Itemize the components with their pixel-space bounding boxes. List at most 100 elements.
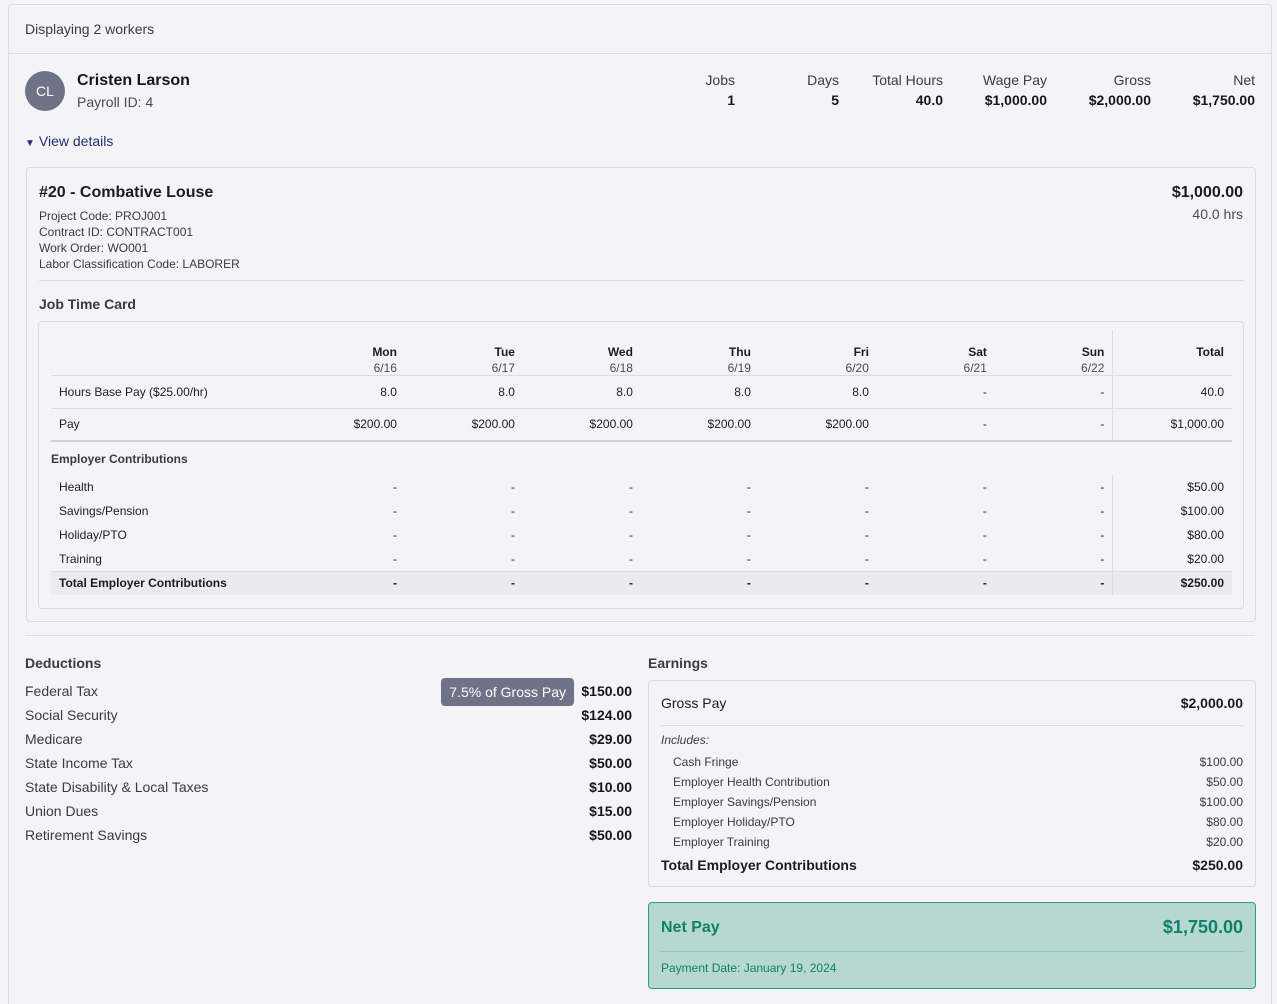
day-date: 6/16 (373, 360, 397, 375)
table-cell: - (982, 480, 987, 494)
deduction-label: Social Security (25, 707, 118, 723)
net-pay-value: $1,750.00 (1162, 917, 1243, 937)
list-item: Cash Fringe $100.00 (673, 752, 1243, 772)
table-cell: - (994, 408, 1113, 442)
deduction-row[interactable]: Federal Tax 7.5% of Gross Pay $150.00 (25, 678, 632, 706)
worker-stats: Jobs 1 Days 5 Total Hours 40.0 Wage Pay … (631, 72, 1255, 108)
table-cell: - (994, 570, 1113, 595)
day-name: Wed (607, 344, 633, 359)
day-name: Sat (968, 344, 987, 359)
table-cell: - (392, 551, 397, 566)
deduction-row[interactable]: State Disability & Local Taxes $10.00 (25, 775, 632, 799)
day-name: Sun (1081, 344, 1105, 359)
table-cell: 8.0 (404, 375, 523, 409)
table-cell: - (876, 375, 995, 409)
stat-label: Jobs (705, 72, 735, 88)
row-total: $20.00 (1112, 547, 1232, 571)
row-label: Training (59, 551, 102, 566)
table-cell: - (522, 570, 641, 595)
list-item: Employer Holiday/PTO $80.00 (673, 812, 1243, 832)
include-label: Employer Health Contribution (673, 775, 830, 789)
stat-label: Gross (1113, 72, 1151, 88)
divider (661, 951, 1243, 952)
table-cell: - (392, 504, 397, 518)
stat-value: $1,000.00 (984, 92, 1047, 108)
day-name: Mon (372, 344, 397, 359)
list-item: Employer Savings/Pension $100.00 (673, 792, 1243, 812)
contract-id: Contract ID: CONTRACT001 (39, 225, 194, 239)
day-header: Thu 6/19 (640, 330, 759, 376)
table-cell: - (864, 480, 869, 494)
list-item: Employer Training $20.00 (673, 832, 1243, 852)
deduction-value: $29.00 (589, 731, 632, 747)
day-name: Tue (494, 344, 515, 359)
include-value: $20.00 (1206, 835, 1243, 849)
payroll-id: Payroll ID: 4 (77, 94, 154, 110)
deduction-row[interactable]: State Income Tax $50.00 (25, 751, 632, 775)
day-date: 6/17 (491, 360, 515, 375)
row-total: $80.00 (1112, 523, 1232, 547)
row-label: Savings/Pension (59, 504, 149, 518)
table-cell: - (876, 570, 995, 595)
view-details-label: View details (38, 133, 114, 149)
table-row: Savings/Pension - - - - - - - $100.00 (51, 499, 1232, 523)
deduction-label: State Income Tax (25, 755, 133, 771)
table-cell: $200.00 (404, 408, 523, 442)
stat-gross: Gross $2,000.00 (1047, 72, 1151, 108)
deduction-row[interactable]: Retirement Savings $50.00 (25, 823, 632, 847)
stat-value: 1 (727, 92, 735, 108)
gross-pay-row: Gross Pay $2,000.00 (661, 695, 1243, 711)
view-details-toggle[interactable]: ▼ View details (25, 133, 113, 149)
table-cell: - (1100, 480, 1105, 494)
day-header: Sat 6/21 (876, 330, 995, 376)
row-total: $100.00 (1112, 499, 1232, 523)
total-value: $250.00 (1192, 857, 1243, 873)
table-cell: - (864, 504, 869, 518)
deduction-value: $150.00 (581, 683, 632, 699)
time-card-table-wrapper: Mon 6/16 Tue 6/17 Wed 6/18 Thu 6/19 Fri 6/20 … (38, 321, 1244, 609)
table-cell: - (404, 570, 523, 595)
table-cell: - (982, 551, 987, 566)
table-header-row: Mon 6/16 Tue 6/17 Wed 6/18 Thu 6/19 Fri 6/20 … (51, 330, 1232, 376)
deduction-row[interactable]: Social Security $124.00 (25, 703, 632, 727)
row-total: 40.0 (1112, 375, 1232, 409)
table-cell: $200.00 (286, 408, 405, 442)
stat-label: Net (1233, 72, 1255, 88)
deduction-label: Medicare (25, 731, 83, 747)
total-row: Total Employer Contributions - - - - - -… (51, 570, 1232, 595)
table-row: Health - - - - - - - $50.00 (51, 475, 1232, 499)
worker-header: CL Cristen Larson Payroll ID: 4 (25, 71, 190, 111)
worker-identity: Cristen Larson Payroll ID: 4 (77, 72, 190, 110)
workers-count-text: Displaying 2 workers (25, 21, 155, 37)
day-name: Fri (853, 344, 869, 359)
table-cell: - (746, 504, 751, 518)
total-header: Total (1112, 330, 1232, 376)
table-cell: - (994, 375, 1113, 409)
deduction-row[interactable]: Medicare $29.00 (25, 727, 632, 751)
table-cell: 8.0 (286, 375, 405, 409)
header-label-cell (51, 330, 287, 376)
list-item: Employer Health Contribution $50.00 (673, 772, 1243, 792)
job-meta: Project Code: PROJ001 Contract ID: CONTR… (39, 208, 240, 272)
row-total: $250.00 (1112, 570, 1232, 595)
triangle-down-icon: ▼ (25, 138, 35, 149)
table-cell: - (628, 528, 633, 542)
deduction-row[interactable]: Union Dues $15.00 (25, 799, 632, 823)
earnings-title: Earnings (648, 655, 708, 671)
deduction-tooltip: 7.5% of Gross Pay (441, 678, 574, 706)
deduction-value: $15.00 (589, 803, 632, 819)
day-name: Thu (728, 344, 751, 359)
include-label: Employer Holiday/PTO (673, 815, 795, 829)
row-total: $1,000.00 (1112, 408, 1232, 442)
table-cell: - (746, 480, 751, 494)
deductions-list: Federal Tax 7.5% of Gross Pay $150.00 So… (25, 678, 632, 847)
stat-wage-pay: Wage Pay $1,000.00 (943, 72, 1047, 108)
table-cell: - (758, 570, 877, 595)
row-label: Pay (51, 408, 287, 442)
table-cell: $200.00 (522, 408, 641, 442)
table-row: Pay $200.00 $200.00 $200.00 $200.00 $200… (51, 408, 1232, 442)
net-pay-card: Net Pay $1,750.00 Payment Date: January … (648, 902, 1256, 989)
include-value: $100.00 (1199, 755, 1243, 769)
table-cell: - (1100, 528, 1105, 542)
table-cell: - (640, 570, 759, 595)
